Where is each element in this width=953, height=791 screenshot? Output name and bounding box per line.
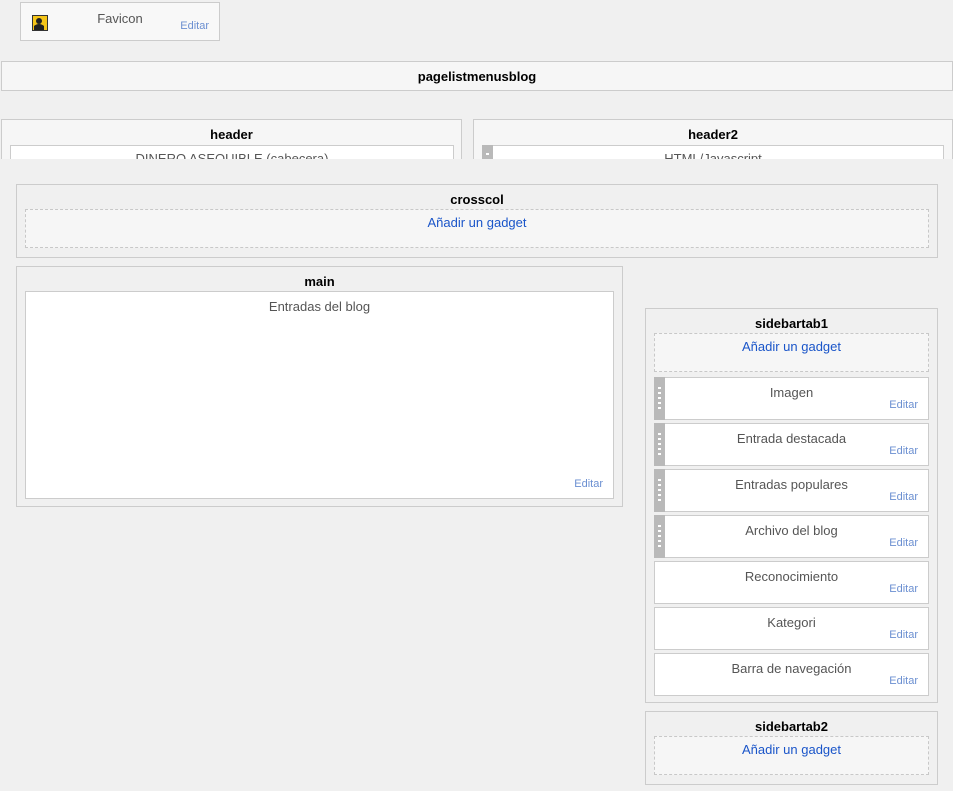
crosscol-section: crosscol Añadir un gadget <box>16 184 938 258</box>
sidebar-widget[interactable]: Archivo del blog Editar <box>654 515 929 558</box>
header-title: header <box>210 127 253 142</box>
sidebartab2-add-gadget-link[interactable]: Añadir un gadget <box>654 736 929 775</box>
favicon-widget: Favicon Editar <box>20 2 220 41</box>
sidebar-widget[interactable]: Entradas populares Editar <box>654 469 929 512</box>
pagelist-section: pagelistmenusblog <box>1 61 953 91</box>
sidebar-widget-edit-link[interactable]: Editar <box>889 537 918 549</box>
sidebar-widget-title: Kategori <box>767 615 816 630</box>
sidebar-widget-edit-link[interactable]: Editar <box>889 445 918 457</box>
sidebartab1-add-gadget-link[interactable]: Añadir un gadget <box>654 333 929 372</box>
sidebartab2-title: sidebartab2 <box>755 719 828 734</box>
crosscol-title: crosscol <box>450 192 504 207</box>
sidebar-widget-title: Entrada destacada <box>736 431 847 446</box>
main-blog-posts-widget[interactable]: Entradas del blog Editar <box>25 291 614 499</box>
header2-widget[interactable]: HTML/Javascript <box>482 145 944 159</box>
main-title: main <box>304 274 335 289</box>
header2-title: header2 <box>688 127 738 142</box>
sidebar-widget-title: Archivo del blog <box>745 523 838 538</box>
main-edit-link[interactable]: Editar <box>574 478 603 490</box>
sidebar-widget-title: Imagen <box>769 385 814 400</box>
header2-section: header2 HTML/Javascript <box>473 119 953 159</box>
sidebar-widget-edit-link[interactable]: Editar <box>889 583 918 595</box>
main-section: main Entradas del blog Editar <box>16 266 623 507</box>
sidebartab2-section: sidebartab2 Añadir un gadget <box>645 711 938 785</box>
sidebar-widget-edit-link[interactable]: Editar <box>889 491 918 503</box>
pagelist-title: pagelistmenusblog <box>417 69 537 84</box>
header-widget-title: DINERO ASEQUIBLE (cabecera) <box>135 151 329 159</box>
sidebar-widget-edit-link[interactable]: Editar <box>889 675 918 687</box>
main-widget-title: Entradas del blog <box>268 299 371 314</box>
sidebar-widget[interactable]: Barra de navegación Editar <box>654 653 929 696</box>
crosscol-add-gadget-link[interactable]: Añadir un gadget <box>25 209 929 248</box>
sidebar-widget-title: Reconocimiento <box>744 569 839 584</box>
sidebar-widget-edit-link[interactable]: Editar <box>889 399 918 411</box>
sidebar-widget[interactable]: Imagen Editar <box>654 377 929 420</box>
header2-widget-title: HTML/Javascript <box>664 151 762 159</box>
sidebartab1-title: sidebartab1 <box>755 316 828 331</box>
header-widget[interactable]: DINERO ASEQUIBLE (cabecera) <box>10 145 454 159</box>
sidebar-widget[interactable]: Entrada destacada Editar <box>654 423 929 466</box>
sidebar-widget-edit-link[interactable]: Editar <box>889 629 918 641</box>
header-section: header DINERO ASEQUIBLE (cabecera) <box>1 119 462 159</box>
sidebar-widget[interactable]: Kategori Editar <box>654 607 929 650</box>
favicon-edit-link[interactable]: Editar <box>180 20 209 32</box>
sidebartab1-section: sidebartab1 Añadir un gadget Imagen Edita… <box>645 308 938 703</box>
sidebar-widget-title: Entradas populares <box>735 477 848 492</box>
sidebar-widget[interactable]: Reconocimiento Editar <box>654 561 929 604</box>
sidebar-widget-title: Barra de navegación <box>731 661 852 676</box>
